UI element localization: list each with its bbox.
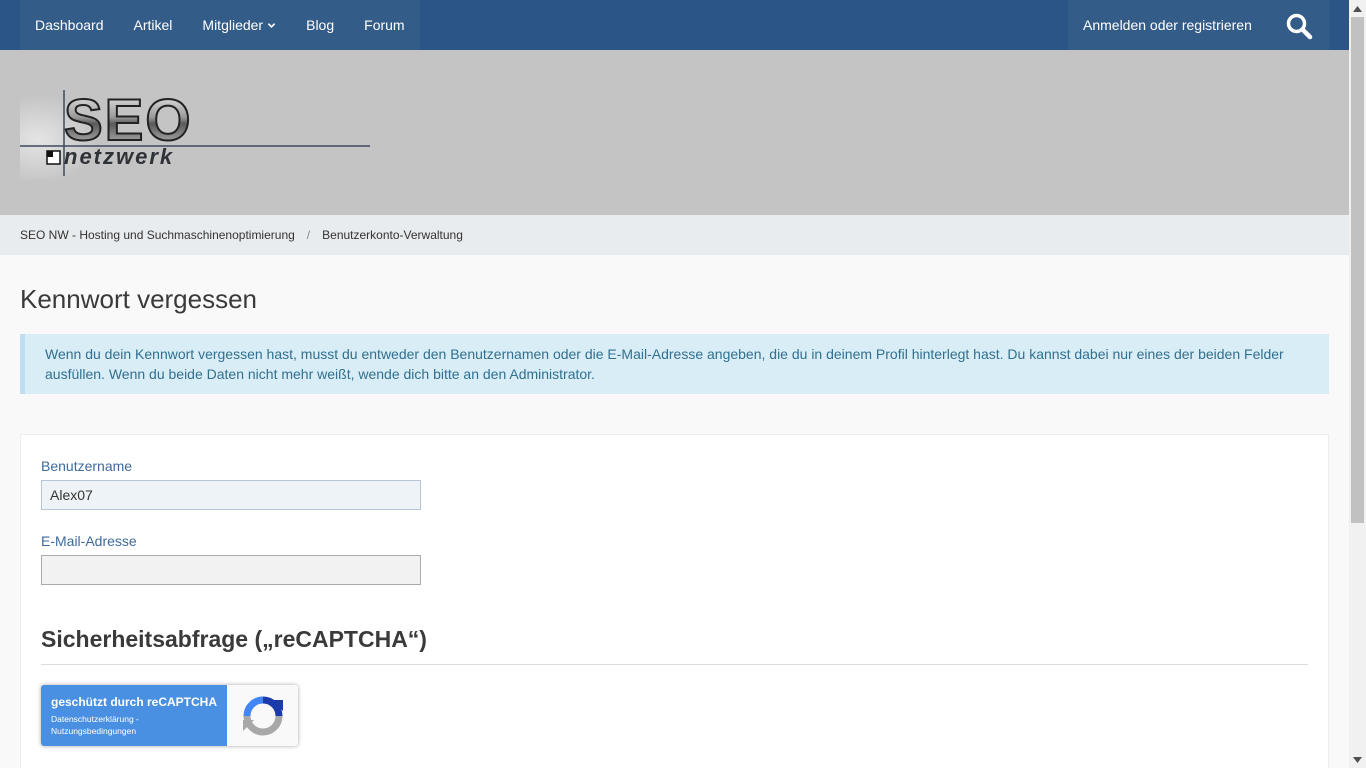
top-navigation-bar: Dashboard Artikel Mitglieder Blog Forum … [0,0,1349,50]
captcha-section-title: Sicherheitsabfrage („reCAPTCHA“) [41,626,427,652]
breadcrumb-item-account[interactable]: Benutzerkonto-Verwaltung [322,228,463,242]
chevron-down-icon [267,22,276,28]
email-input[interactable] [41,555,421,585]
email-label: E-Mail-Adresse [41,533,137,549]
scroll-down-arrow-icon[interactable] [1349,751,1366,768]
nav-item-dashboard[interactable]: Dashboard [20,0,119,50]
recaptcha-link-separator: - [133,714,139,724]
logo-text-netzwerk: netzwerk [64,144,174,169]
vertical-scrollbar[interactable] [1349,0,1366,768]
page-title: Kennwort vergessen [20,284,258,314]
nav-item-mitglieder[interactable]: Mitglieder [187,0,291,50]
recaptcha-label: geschützt durch reCAPTCHA [51,695,218,709]
recaptcha-privacy-link[interactable]: Datenschutzerklärung [51,714,134,724]
scroll-up-arrow-icon[interactable] [1349,0,1366,17]
info-message: Wenn du dein Kennwort vergessen hast, mu… [20,334,1329,394]
page: Dashboard Artikel Mitglieder Blog Forum … [0,0,1349,768]
nav-item-label: Dashboard [35,17,104,33]
nav-item-label: Artikel [133,17,173,33]
nav-item-label: Forum [364,17,405,33]
search-icon[interactable] [1285,12,1313,40]
forgot-password-form: Benutzername E-Mail-Adresse Sicherheitsa… [20,434,1329,768]
login-register-link[interactable]: Anmelden oder registrieren [1068,17,1252,33]
nav-item-blog[interactable]: Blog [291,0,349,50]
site-header: SEO netzwerk [0,50,1349,215]
section-divider [41,664,1308,665]
site-logo[interactable]: SEO netzwerk [20,90,370,180]
breadcrumb: SEO NW - Hosting und Suchmaschinenoptimi… [0,215,1349,255]
username-input[interactable] [41,480,421,510]
nav-item-artikel[interactable]: Artikel [119,0,188,50]
nav-item-label: Blog [306,17,335,33]
recaptcha-logo [227,685,298,746]
breadcrumb-item-home[interactable]: SEO NW - Hosting und Suchmaschinenoptimi… [20,228,295,242]
recaptcha-links: Datenschutzerklärung - Nutzungsbedingung… [51,713,217,737]
recaptcha-terms-link[interactable]: Nutzungsbedingungen [51,726,136,736]
recaptcha-icon [242,696,283,735]
recaptcha-text-panel: geschützt durch reCAPTCHA Datenschutzerk… [41,685,227,746]
user-panel: Anmelden oder registrieren [1068,0,1329,50]
recaptcha-badge[interactable]: geschützt durch reCAPTCHA Datenschutzerk… [41,685,298,746]
scrollbar-thumb[interactable] [1351,17,1364,523]
username-label: Benutzername [41,458,133,474]
main-menu: Dashboard Artikel Mitglieder Blog Forum [20,0,420,50]
nav-item-forum[interactable]: Forum [349,0,419,50]
nav-item-label: Mitglieder [202,17,264,33]
breadcrumb-separator: / [306,228,311,242]
